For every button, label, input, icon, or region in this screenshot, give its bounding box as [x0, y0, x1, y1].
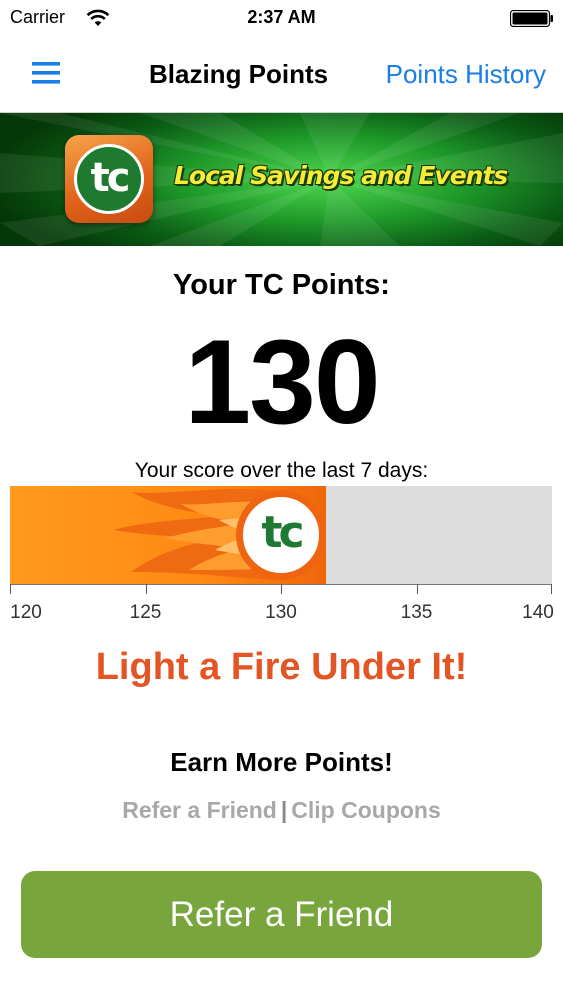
axis-label-135: 135 — [400, 602, 433, 623]
score-gauge: tc — [10, 486, 552, 584]
axis-label-120: 120 — [10, 602, 42, 623]
earn-heading: Earn More Points! — [170, 747, 393, 777]
clip-coupons-link[interactable]: Clip Coupons — [291, 797, 440, 823]
tc-logo-text: tc — [90, 155, 131, 201]
gauge-axis: 120 125 130 135 140 — [10, 584, 554, 624]
axis-label-125: 125 — [129, 602, 162, 623]
status-time: 2:37 AM — [247, 7, 316, 27]
earn-links: Refer a Friend | Clip Coupons — [0, 797, 563, 824]
refer-friend-link[interactable]: Refer a Friend — [122, 797, 277, 823]
brand-banner: tc Local Savings and Events — [0, 113, 563, 246]
axis-label-140: 140 — [522, 602, 554, 623]
gauge-knob-tc-logo: tc — [236, 490, 326, 580]
banner-slogan: Local Savings and Events — [174, 161, 508, 190]
axis-tick-140 — [551, 584, 552, 594]
axis-tick-130 — [281, 584, 282, 594]
hamburger-menu-icon[interactable] — [30, 58, 64, 88]
nav-bar: Blazing Points Points History — [0, 38, 563, 113]
page-title: Blazing Points — [149, 59, 329, 89]
points-heading: Your TC Points: — [173, 269, 390, 301]
battery-icon — [509, 9, 554, 28]
refer-friend-button[interactable]: Refer a Friend — [21, 871, 542, 958]
gauge-knob-text: tc — [261, 507, 304, 558]
points-value: 130 — [184, 315, 380, 449]
axis-tick-135 — [416, 584, 418, 594]
link-separator: | — [280, 797, 288, 823]
tc-logo-icon: tc — [74, 144, 144, 214]
status-bar: Carrier 2:37 AM — [0, 0, 563, 38]
axis-tick-125 — [145, 584, 147, 594]
tc-logo-tile: tc — [65, 135, 153, 223]
fire-headline: Light a Fire Under It! — [95, 646, 468, 688]
points-history-link[interactable]: Points History — [386, 59, 546, 90]
score-caption: Your score over the last 7 days: — [134, 459, 429, 482]
axis-label-130: 130 — [265, 602, 297, 623]
axis-tick-120 — [10, 584, 11, 594]
